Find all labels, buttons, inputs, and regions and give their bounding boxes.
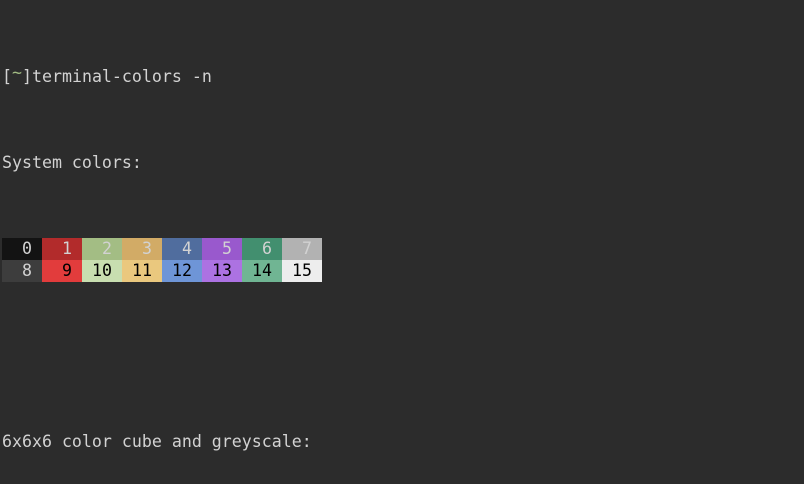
color-cell-9: 9 <box>42 260 82 282</box>
command-line: [~]terminal-colors -n <box>2 66 804 86</box>
system-color-line: 89101112131415 <box>2 260 804 282</box>
color-cell-4: 4 <box>162 238 202 260</box>
command-text: terminal-colors -n <box>32 67 212 86</box>
color-cell-1: 1 <box>42 238 82 260</box>
color-cell-10: 10 <box>82 260 122 282</box>
prompt-bracket-open: [ <box>2 67 12 86</box>
color-cell-11: 11 <box>122 260 162 282</box>
color-cell-14: 14 <box>242 260 282 282</box>
color-cell-2: 2 <box>82 238 122 260</box>
system-colors-label: System colors: <box>2 152 804 172</box>
color-cell-0: 0 <box>2 238 42 260</box>
prompt-bracket-close: ] <box>22 67 32 86</box>
color-cell-12: 12 <box>162 260 202 282</box>
color-cell-15: 15 <box>282 260 322 282</box>
color-cell-5: 5 <box>202 238 242 260</box>
cube-label: 6x6x6 color cube and greyscale: <box>2 428 804 452</box>
color-cell-6: 6 <box>242 238 282 260</box>
system-colors-grid: 0123456789101112131415 <box>2 238 804 282</box>
color-cell-7: 7 <box>282 238 322 260</box>
color-cell-8: 8 <box>2 260 42 282</box>
system-color-line: 01234567 <box>2 238 804 260</box>
prompt-home-tilde: ~ <box>12 63 22 82</box>
blank-line <box>2 348 804 362</box>
color-cell-13: 13 <box>202 260 242 282</box>
color-cell-3: 3 <box>122 238 162 260</box>
terminal-screen[interactable]: [~]terminal-colors -n System colors: 012… <box>0 0 804 484</box>
